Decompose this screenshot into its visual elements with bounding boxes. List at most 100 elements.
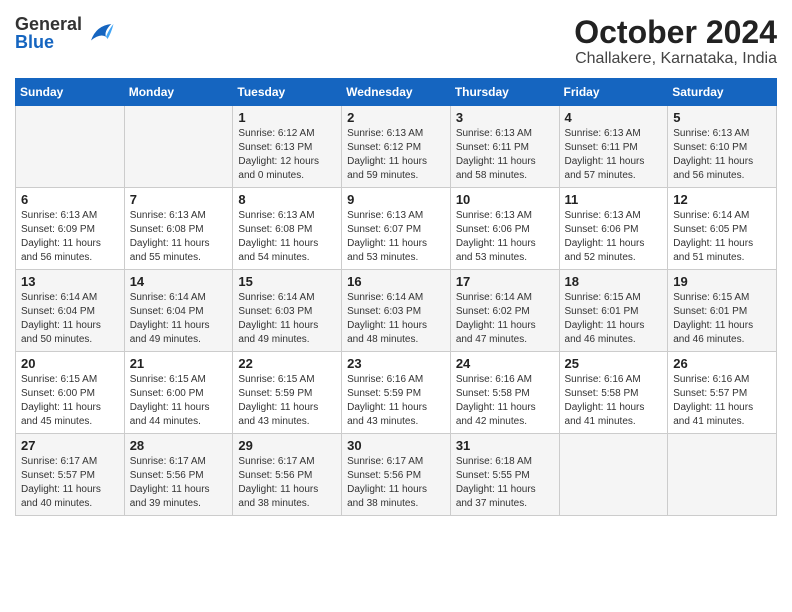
col-saturday: Saturday: [668, 79, 777, 106]
day-number: 13: [21, 274, 119, 289]
day-info: Sunrise: 6:17 AM Sunset: 5:56 PM Dayligh…: [130, 455, 228, 511]
calendar-cell: 4 Sunrise: 6:13 AM Sunset: 6:11 PM Daylig…: [559, 106, 668, 188]
calendar-week-1: 1Sunrise: 6:12 AM Sunset: 6:13 PM Daylig…: [16, 106, 777, 188]
day-number: 30: [347, 438, 445, 453]
day-info: Sunrise: 6:13 AM Sunset: 6:11 PM Dayligh…: [565, 127, 663, 183]
day-info: Sunrise: 6:16 AM Sunset: 5:58 PM Dayligh…: [456, 373, 554, 429]
day-number: 11: [565, 192, 663, 207]
calendar-cell: 30 Sunrise: 6:17 AM Sunset: 5:56 PM Dayli…: [342, 434, 451, 516]
day-number: 18: [565, 274, 663, 289]
day-info: Sunrise: 6:15 AM Sunset: 5:59 PM Dayligh…: [238, 373, 336, 429]
col-friday: Friday: [559, 79, 668, 106]
calendar-cell: 26 Sunrise: 6:16 AM Sunset: 5:57 PM Dayli…: [668, 352, 777, 434]
day-number: 2: [347, 110, 445, 125]
day-info: Sunrise: 6:18 AM Sunset: 5:55 PM Dayligh…: [456, 455, 554, 511]
calendar-cell: [124, 106, 233, 188]
calendar-cell: 20 Sunrise: 6:15 AM Sunset: 6:00 PM Dayli…: [16, 352, 125, 434]
day-number: 8: [238, 192, 336, 207]
day-info: Sunrise: 6:16 AM Sunset: 5:57 PM Dayligh…: [673, 373, 771, 429]
calendar-cell: 6 Sunrise: 6:13 AM Sunset: 6:09 PM Daylig…: [16, 188, 125, 270]
day-info: Sunrise: 6:15 AM Sunset: 6:01 PM Dayligh…: [673, 291, 771, 347]
day-info: Sunrise: 6:14 AM Sunset: 6:04 PM Dayligh…: [130, 291, 228, 347]
day-number: 14: [130, 274, 228, 289]
calendar-cell: 24 Sunrise: 6:16 AM Sunset: 5:58 PM Dayli…: [450, 352, 559, 434]
day-info: Sunrise: 6:14 AM Sunset: 6:05 PM Dayligh…: [673, 209, 771, 265]
day-info: Sunrise: 6:13 AM Sunset: 6:06 PM Dayligh…: [565, 209, 663, 265]
calendar-cell: [668, 434, 777, 516]
day-number: 20: [21, 356, 119, 371]
calendar-cell: [16, 106, 125, 188]
day-info: Sunrise: 6:13 AM Sunset: 6:12 PM Dayligh…: [347, 127, 445, 183]
day-info: Sunrise: 6:17 AM Sunset: 5:57 PM Dayligh…: [21, 455, 119, 511]
day-info: Sunrise: 6:15 AM Sunset: 6:00 PM Dayligh…: [21, 373, 119, 429]
day-info: Sunrise: 6:14 AM Sunset: 6:03 PM Dayligh…: [347, 291, 445, 347]
calendar-body: 1Sunrise: 6:12 AM Sunset: 6:13 PM Daylig…: [16, 106, 777, 516]
day-info: Sunrise: 6:12 AM Sunset: 6:13 PM Dayligh…: [238, 127, 336, 183]
calendar-cell: 23Sunrise: 6:16 AM Sunset: 5:59 PM Dayli…: [342, 352, 451, 434]
day-number: 21: [130, 356, 228, 371]
calendar-container: General Blue October 2024 Challakere, Ka…: [0, 0, 792, 526]
calendar-table: Sunday Monday Tuesday Wednesday Thursday…: [15, 78, 777, 516]
calendar-week-4: 20 Sunrise: 6:15 AM Sunset: 6:00 PM Dayli…: [16, 352, 777, 434]
day-number: 25: [565, 356, 663, 371]
logo-text: General Blue: [15, 15, 82, 51]
calendar-cell: 9Sunrise: 6:13 AM Sunset: 6:07 PM Daylig…: [342, 188, 451, 270]
day-number: 26: [673, 356, 771, 371]
calendar-cell: 28Sunrise: 6:17 AM Sunset: 5:56 PM Dayli…: [124, 434, 233, 516]
day-number: 3: [456, 110, 554, 125]
day-number: 19: [673, 274, 771, 289]
calendar-cell: 8 Sunrise: 6:13 AM Sunset: 6:08 PM Daylig…: [233, 188, 342, 270]
day-info: Sunrise: 6:15 AM Sunset: 6:00 PM Dayligh…: [130, 373, 228, 429]
day-info: Sunrise: 6:13 AM Sunset: 6:07 PM Dayligh…: [347, 209, 445, 265]
day-info: Sunrise: 6:17 AM Sunset: 5:56 PM Dayligh…: [238, 455, 336, 511]
day-info: Sunrise: 6:13 AM Sunset: 6:08 PM Dayligh…: [130, 209, 228, 265]
calendar-cell: 13 Sunrise: 6:14 AM Sunset: 6:04 PM Dayli…: [16, 270, 125, 352]
location-title: Challakere, Karnataka, India: [574, 50, 777, 68]
calendar-week-2: 6 Sunrise: 6:13 AM Sunset: 6:09 PM Daylig…: [16, 188, 777, 270]
day-number: 16: [347, 274, 445, 289]
col-tuesday: Tuesday: [233, 79, 342, 106]
calendar-cell: 27 Sunrise: 6:17 AM Sunset: 5:57 PM Dayli…: [16, 434, 125, 516]
day-number: 23: [347, 356, 445, 371]
header-row: Sunday Monday Tuesday Wednesday Thursday…: [16, 79, 777, 106]
calendar-cell: 7 Sunrise: 6:13 AM Sunset: 6:08 PM Daylig…: [124, 188, 233, 270]
calendar-cell: 2 Sunrise: 6:13 AM Sunset: 6:12 PM Daylig…: [342, 106, 451, 188]
logo-bird-icon: [85, 18, 115, 48]
calendar-week-5: 27 Sunrise: 6:17 AM Sunset: 5:57 PM Dayli…: [16, 434, 777, 516]
day-number: 6: [21, 192, 119, 207]
calendar-cell: 14 Sunrise: 6:14 AM Sunset: 6:04 PM Dayli…: [124, 270, 233, 352]
day-info: Sunrise: 6:15 AM Sunset: 6:01 PM Dayligh…: [565, 291, 663, 347]
header: General Blue October 2024 Challakere, Ka…: [15, 15, 777, 68]
day-info: Sunrise: 6:14 AM Sunset: 6:04 PM Dayligh…: [21, 291, 119, 347]
calendar-cell: 3Sunrise: 6:13 AM Sunset: 6:11 PM Daylig…: [450, 106, 559, 188]
calendar-cell: 19 Sunrise: 6:15 AM Sunset: 6:01 PM Dayli…: [668, 270, 777, 352]
day-number: 4: [565, 110, 663, 125]
day-info: Sunrise: 6:17 AM Sunset: 5:56 PM Dayligh…: [347, 455, 445, 511]
logo-blue: Blue: [15, 33, 82, 51]
day-number: 27: [21, 438, 119, 453]
month-title: October 2024: [574, 15, 777, 50]
calendar-cell: 16 Sunrise: 6:14 AM Sunset: 6:03 PM Dayli…: [342, 270, 451, 352]
day-info: Sunrise: 6:13 AM Sunset: 6:08 PM Dayligh…: [238, 209, 336, 265]
calendar-cell: 10 Sunrise: 6:13 AM Sunset: 6:06 PM Dayli…: [450, 188, 559, 270]
day-info: Sunrise: 6:14 AM Sunset: 6:03 PM Dayligh…: [238, 291, 336, 347]
calendar-cell: 1Sunrise: 6:12 AM Sunset: 6:13 PM Daylig…: [233, 106, 342, 188]
calendar-cell: 12 Sunrise: 6:14 AM Sunset: 6:05 PM Dayli…: [668, 188, 777, 270]
day-info: Sunrise: 6:13 AM Sunset: 6:09 PM Dayligh…: [21, 209, 119, 265]
col-wednesday: Wednesday: [342, 79, 451, 106]
day-info: Sunrise: 6:13 AM Sunset: 6:06 PM Dayligh…: [456, 209, 554, 265]
day-number: 24: [456, 356, 554, 371]
calendar-cell: 17Sunrise: 6:14 AM Sunset: 6:02 PM Dayli…: [450, 270, 559, 352]
logo: General Blue: [15, 15, 115, 51]
day-number: 5: [673, 110, 771, 125]
day-number: 17: [456, 274, 554, 289]
day-number: 15: [238, 274, 336, 289]
calendar-cell: [559, 434, 668, 516]
day-number: 7: [130, 192, 228, 207]
day-number: 10: [456, 192, 554, 207]
calendar-cell: 21 Sunrise: 6:15 AM Sunset: 6:00 PM Dayli…: [124, 352, 233, 434]
calendar-cell: 15 Sunrise: 6:14 AM Sunset: 6:03 PM Dayli…: [233, 270, 342, 352]
day-number: 29: [238, 438, 336, 453]
day-number: 12: [673, 192, 771, 207]
calendar-cell: 18 Sunrise: 6:15 AM Sunset: 6:01 PM Dayli…: [559, 270, 668, 352]
